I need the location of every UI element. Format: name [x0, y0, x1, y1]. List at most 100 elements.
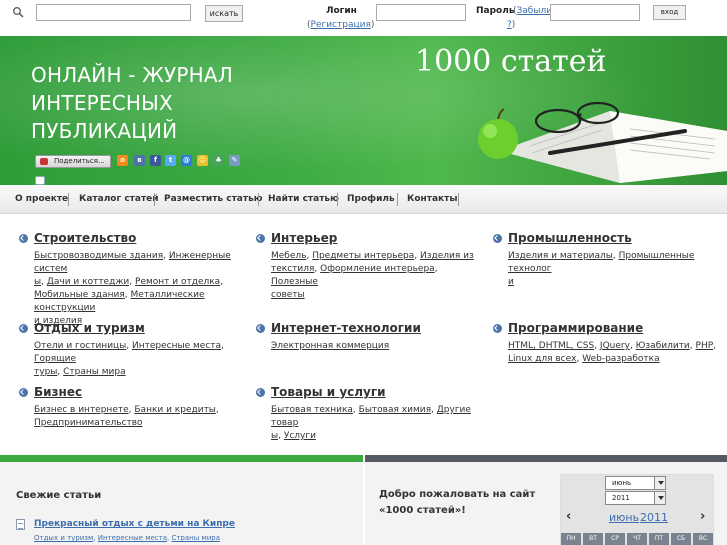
- category-link[interactable]: Банки и кредиты: [134, 405, 216, 415]
- category-link[interactable]: советы: [271, 290, 305, 300]
- category-link[interactable]: Горящие: [34, 354, 76, 364]
- category-link[interactable]: Оформление интерьера: [320, 264, 435, 274]
- odnoklassniki-icon[interactable]: о: [117, 155, 128, 166]
- login-input[interactable]: [376, 4, 466, 21]
- category-link[interactable]: Изделия и материалы: [508, 251, 613, 261]
- search-button[interactable]: искать: [205, 5, 243, 22]
- category-link[interactable]: ы: [271, 431, 278, 441]
- category-link[interactable]: Быстровозводимые здания: [34, 251, 163, 261]
- month-select-value: июнь: [612, 479, 632, 487]
- category-link[interactable]: JQuery: [600, 341, 630, 351]
- category-title[interactable]: Промышленность: [508, 231, 726, 245]
- calendar-month-link[interactable]: июнь: [609, 511, 639, 524]
- forgot-link[interactable]: Забыли: [517, 6, 553, 16]
- next-month-icon[interactable]: ›: [700, 509, 705, 524]
- facebook-icon[interactable]: f: [150, 155, 161, 166]
- nav-item-find[interactable]: Найти статью: [268, 194, 339, 204]
- category-link[interactable]: Электронная коммерция: [271, 341, 389, 351]
- prev-month-icon[interactable]: ‹: [566, 509, 571, 524]
- twitter-icon[interactable]: t: [165, 155, 176, 166]
- category-link[interactable]: PHP: [696, 341, 714, 351]
- book-apple-glasses-illustration: [478, 101, 727, 183]
- category-title[interactable]: Программирование: [508, 321, 726, 335]
- site-logo[interactable]: 1000 статей: [415, 44, 607, 79]
- year-select[interactable]: 2011: [605, 491, 666, 505]
- category-title[interactable]: Товары и услуги: [271, 385, 486, 399]
- forgot-wrap: (Забыли: [513, 6, 553, 16]
- category-link[interactable]: Мебель: [271, 251, 306, 261]
- weekday-header: ВС: [693, 533, 713, 545]
- category-title[interactable]: Строительство: [34, 231, 262, 245]
- category-link[interactable]: ы: [34, 277, 41, 287]
- site-title-line: ПУБЛИКАЦИЙ: [31, 119, 178, 143]
- liveinternet-icon[interactable]: ♣: [213, 155, 224, 166]
- calendar-year-link[interactable]: 2011: [640, 511, 668, 524]
- fresh-articles-panel: [0, 462, 363, 545]
- year-select-value: 2011: [612, 494, 630, 502]
- forgot-link-2[interactable]: ?: [507, 20, 512, 30]
- welcome-strip: [365, 455, 727, 462]
- search-input[interactable]: [36, 4, 191, 21]
- category-link[interactable]: Linux для всех: [508, 354, 576, 364]
- weekday-header: ПТ: [649, 533, 669, 545]
- arrow-icon: [493, 324, 502, 333]
- category-link[interactable]: Мобильные здания: [34, 290, 125, 300]
- category-links: Изделия и материалы, Промышленные технол…: [508, 251, 695, 287]
- category-link[interactable]: Юзабилити: [636, 341, 690, 351]
- month-select[interactable]: июнь: [605, 476, 666, 490]
- nav-separator: [154, 193, 155, 206]
- vkontakte-icon[interactable]: в: [134, 155, 145, 166]
- category-link[interactable]: туры: [34, 367, 57, 377]
- weekday-header: СР: [605, 533, 625, 545]
- password-input[interactable]: [550, 4, 640, 21]
- category-link[interactable]: Отели и гостиницы: [34, 341, 126, 351]
- category-link[interactable]: текстиля: [271, 264, 314, 274]
- nav-item-profile[interactable]: Профиль: [347, 194, 395, 204]
- search-icon: [13, 7, 24, 18]
- category-link[interactable]: Предпринимательство: [34, 418, 143, 428]
- forgot-wrap-2: ?): [507, 20, 516, 30]
- category-link[interactable]: Бытовая техника: [271, 405, 353, 415]
- nav-item-about[interactable]: О проекте: [15, 194, 68, 204]
- category-title[interactable]: Бизнес: [34, 385, 262, 399]
- calendar-weekdays: ПН ВТ СР ЧТ ПТ СБ ВС: [561, 533, 713, 545]
- category-link[interactable]: Интересные места: [132, 341, 221, 351]
- nav-item-contacts[interactable]: Контакты: [407, 194, 458, 204]
- login-button[interactable]: вход: [653, 5, 686, 20]
- rss-icon[interactable]: [35, 176, 45, 185]
- category-link[interactable]: Бытовая химия: [359, 405, 431, 415]
- chevron-down-icon: [654, 477, 665, 489]
- category-link[interactable]: Полезные: [271, 277, 318, 287]
- nav-separator: [258, 193, 259, 206]
- category-link[interactable]: Дачи и коттеджи: [47, 277, 129, 287]
- chevron-down-icon: [654, 492, 665, 504]
- category-link[interactable]: Бизнес в интернете: [34, 405, 129, 415]
- article-tag[interactable]: Отдых и туризм: [34, 534, 93, 542]
- bookmark-icon[interactable]: ✎: [229, 155, 240, 166]
- article-tag[interactable]: Страны мира: [171, 534, 220, 542]
- category-link[interactable]: и: [508, 277, 514, 287]
- category-link[interactable]: Предметы интерьера: [312, 251, 414, 261]
- category-link[interactable]: HTML, DHTML, CSS: [508, 341, 594, 351]
- friends-icon[interactable]: ☺: [197, 155, 208, 166]
- category-title[interactable]: Интернет-технологии: [271, 321, 476, 335]
- category-title[interactable]: Интерьер: [271, 231, 476, 245]
- site-title-line: ИНТЕРЕСНЫХ: [31, 91, 173, 115]
- mailru-icon[interactable]: @: [181, 155, 192, 166]
- category-link[interactable]: Услуги: [284, 431, 316, 441]
- password-label: Пароль: [476, 6, 515, 16]
- category-link[interactable]: Ремонт и отделка: [135, 277, 220, 287]
- arrow-icon: [19, 234, 28, 243]
- category-link[interactable]: Изделия из: [420, 251, 474, 261]
- category-link[interactable]: Web-разработка: [582, 354, 659, 364]
- share-icon: [40, 158, 48, 165]
- category-industry: Промышленность Изделия и материалы, Пром…: [493, 231, 726, 289]
- article-tag[interactable]: Интересные места: [98, 534, 167, 542]
- nav-item-catalog[interactable]: Каталог статей: [79, 194, 159, 204]
- article-title-link[interactable]: Прекрасный отдых с детьми на Кипре: [34, 519, 235, 529]
- share-button[interactable]: Поделиться...: [35, 155, 111, 168]
- register-link[interactable]: Регистрация: [311, 20, 371, 30]
- category-link[interactable]: Страны мира: [63, 367, 125, 377]
- nav-item-publish[interactable]: Разместить статью: [164, 194, 263, 204]
- category-title[interactable]: Отдых и туризм: [34, 321, 262, 335]
